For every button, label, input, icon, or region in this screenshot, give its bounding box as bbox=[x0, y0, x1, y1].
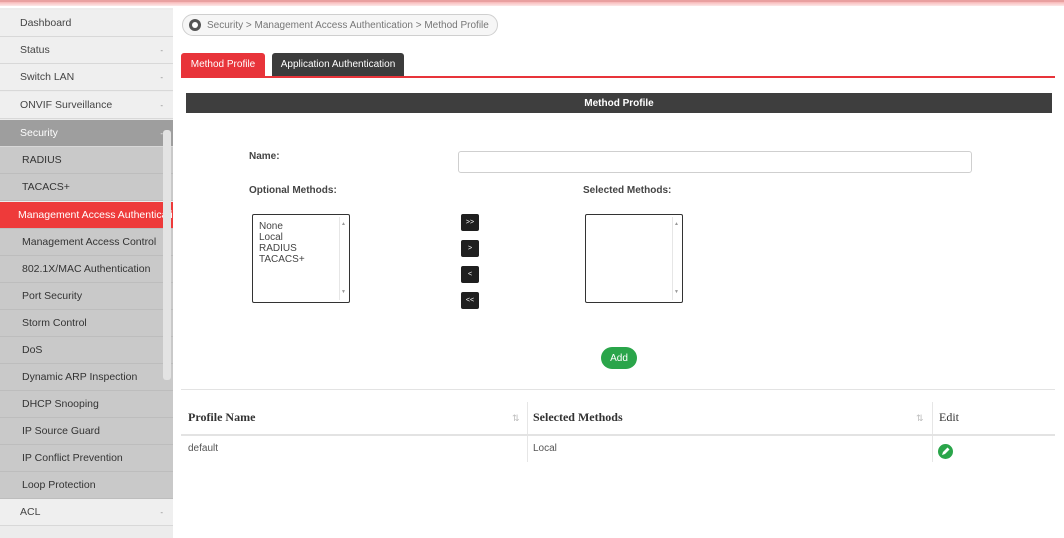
sidebar-item-label: Storm Control bbox=[22, 317, 87, 329]
sidebar-item-label: IP Conflict Prevention bbox=[22, 452, 123, 464]
table-cell-profile-name: default bbox=[188, 443, 219, 454]
sidebar-subitem-storm-control[interactable]: Storm Control bbox=[0, 310, 173, 337]
move-all-left-button[interactable]: << bbox=[461, 292, 479, 309]
sidebar-subitem-8021x-mac-authentication[interactable]: 802.1X/MAC Authentication bbox=[0, 256, 173, 283]
sidebar-item-label: Management Access Authenticati bbox=[18, 209, 173, 221]
sidebar-item-label: Security bbox=[20, 127, 58, 139]
sidebar-item-label: Port Security bbox=[22, 290, 83, 302]
expand-icon: - bbox=[160, 101, 163, 110]
sidebar-item-label: TACACS+ bbox=[22, 181, 70, 193]
sidebar-scrollbar[interactable] bbox=[163, 130, 171, 380]
sidebar-item-label: IP Source Guard bbox=[22, 425, 101, 437]
selected-methods-list[interactable] bbox=[585, 214, 683, 303]
add-button[interactable]: Add bbox=[601, 347, 637, 369]
column-separator bbox=[932, 402, 933, 462]
divider bbox=[181, 389, 1055, 390]
edit-icon[interactable] bbox=[938, 444, 953, 459]
column-separator bbox=[527, 402, 528, 462]
table-header-line bbox=[181, 434, 1055, 436]
section-header: Method Profile bbox=[186, 93, 1052, 113]
name-label: Name: bbox=[249, 151, 280, 162]
sidebar-subitem-dynamic-arp-inspection[interactable]: Dynamic ARP Inspection bbox=[0, 364, 173, 391]
sidebar-subitem-tacacs[interactable]: TACACS+ bbox=[0, 174, 173, 201]
optional-methods-label: Optional Methods: bbox=[249, 185, 337, 196]
column-header-selected-methods[interactable]: Selected Methods bbox=[533, 410, 623, 425]
sidebar-item-label: DHCP Snooping bbox=[22, 398, 99, 410]
move-right-button[interactable]: > bbox=[461, 240, 479, 257]
sidebar-subitem-dhcp-snooping[interactable]: DHCP Snooping bbox=[0, 391, 173, 418]
sidebar-item-security[interactable]: Security - bbox=[0, 120, 173, 147]
sidebar-subitem-dos[interactable]: DoS bbox=[0, 337, 173, 364]
sidebar-subitem-management-access-authentication[interactable]: Management Access Authenticati bbox=[0, 202, 173, 229]
sidebar: Dashboard Status - Switch LAN - ONVIF Su… bbox=[0, 8, 173, 538]
optional-methods-list[interactable]: None Local RADIUS TACACS+ bbox=[252, 214, 350, 303]
sidebar-item-dashboard[interactable]: Dashboard bbox=[0, 10, 173, 37]
sidebar-item-label: Switch LAN bbox=[20, 71, 75, 83]
breadcrumb-text: Security > Management Access Authenticat… bbox=[207, 19, 489, 31]
sidebar-item-status[interactable]: Status - bbox=[0, 37, 173, 64]
sidebar-subitem-loop-protection[interactable]: Loop Protection bbox=[0, 472, 173, 499]
list-scrollbar[interactable] bbox=[339, 217, 347, 300]
tab-underline bbox=[181, 76, 1055, 78]
sidebar-subitem-ip-conflict-prevention[interactable]: IP Conflict Prevention bbox=[0, 445, 173, 472]
column-header-edit: Edit bbox=[939, 410, 959, 424]
sidebar-item-label: Status bbox=[20, 44, 50, 56]
sidebar-item-switch-lan[interactable]: Switch LAN - bbox=[0, 64, 173, 91]
move-left-button[interactable]: < bbox=[461, 266, 479, 283]
expand-icon: - bbox=[160, 46, 163, 55]
table-cell-selected-methods: Local bbox=[533, 443, 557, 454]
sidebar-item-label: Loop Protection bbox=[22, 479, 96, 491]
list-item[interactable]: Local bbox=[259, 232, 349, 243]
sidebar-subitem-port-security[interactable]: Port Security bbox=[0, 283, 173, 310]
location-pin-icon bbox=[189, 19, 201, 31]
top-accent-bar bbox=[0, 0, 1064, 6]
sort-icon[interactable]: ⇅ bbox=[512, 413, 520, 424]
sidebar-item-label: Dynamic ARP Inspection bbox=[22, 371, 138, 383]
selected-methods-label: Selected Methods: bbox=[583, 185, 672, 196]
sidebar-item-label: ACL bbox=[20, 506, 41, 518]
expand-icon: - bbox=[160, 508, 163, 517]
sidebar-item-onvif-surveillance[interactable]: ONVIF Surveillance - bbox=[0, 92, 173, 119]
tab-method-profile[interactable]: Method Profile bbox=[181, 53, 265, 76]
sidebar-item-label: ONVIF Surveillance bbox=[20, 99, 113, 111]
sidebar-subitem-ip-source-guard[interactable]: IP Source Guard bbox=[0, 418, 173, 445]
column-header-profile-name[interactable]: Profile Name bbox=[188, 410, 255, 425]
sort-icon[interactable]: ⇅ bbox=[916, 413, 924, 424]
sidebar-subitem-radius[interactable]: RADIUS bbox=[0, 147, 173, 174]
name-input[interactable] bbox=[458, 151, 972, 173]
sidebar-item-label: 802.1X/MAC Authentication bbox=[22, 263, 151, 275]
tab-application-authentication[interactable]: Application Authentication bbox=[272, 53, 404, 76]
list-item[interactable]: None bbox=[259, 221, 349, 232]
breadcrumb: Security > Management Access Authenticat… bbox=[182, 14, 498, 36]
sidebar-item-label: Dashboard bbox=[20, 17, 72, 29]
list-item[interactable]: TACACS+ bbox=[259, 254, 349, 265]
list-scrollbar[interactable] bbox=[672, 217, 680, 300]
move-all-right-button[interactable]: >> bbox=[461, 214, 479, 231]
sidebar-item-label: DoS bbox=[22, 344, 43, 356]
list-item[interactable]: RADIUS bbox=[259, 243, 349, 254]
expand-icon: - bbox=[160, 73, 163, 82]
sidebar-item-label: Management Access Control bbox=[22, 236, 157, 248]
sidebar-item-acl[interactable]: ACL - bbox=[0, 499, 173, 526]
sidebar-subitem-management-access-control[interactable]: Management Access Control bbox=[0, 229, 173, 256]
sidebar-item-label: RADIUS bbox=[22, 154, 62, 166]
